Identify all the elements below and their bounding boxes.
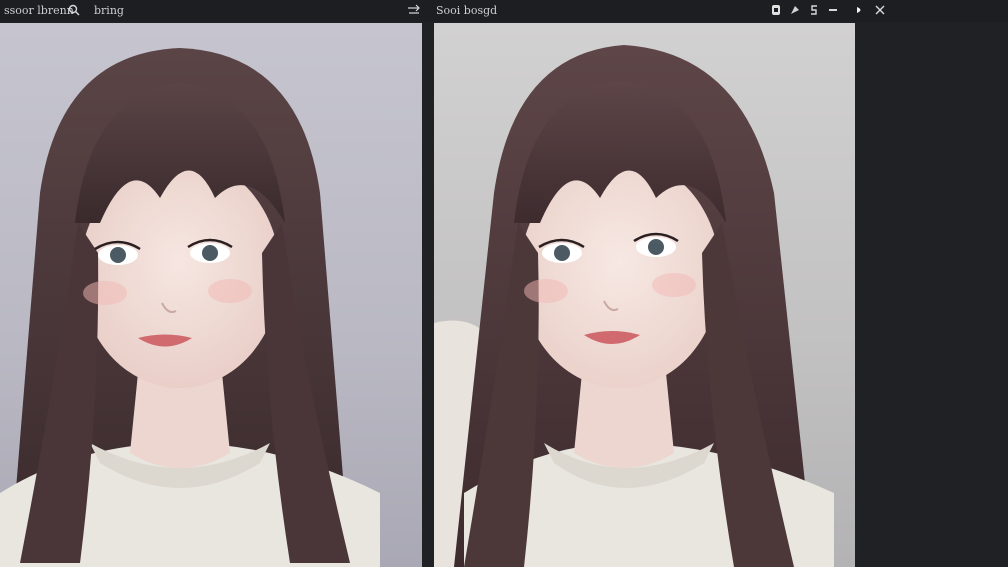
portrait-image (0, 48, 380, 567)
top-toolbar: ssoor lbrenn bring Sooi bosgd (0, 0, 1008, 22)
toolbar-label: ssoor lbrenn (4, 4, 74, 17)
toolbar-label-secondary[interactable]: bring (94, 4, 124, 17)
search-icon[interactable] (66, 2, 82, 18)
copy-icon[interactable] (768, 2, 784, 18)
close-icon[interactable] (872, 2, 888, 18)
dollar-icon[interactable] (806, 2, 822, 18)
portrait-image-processed (434, 45, 834, 567)
brush-icon[interactable] (787, 2, 803, 18)
toggle-icon[interactable] (852, 2, 868, 18)
minimize-icon[interactable] (825, 2, 841, 18)
original-image-panel[interactable] (0, 23, 422, 567)
right-sidebar (855, 23, 1008, 567)
export-arrow-icon[interactable] (406, 2, 422, 18)
panel-title: Sooi bosgd (436, 4, 498, 17)
split-divider[interactable] (422, 23, 434, 567)
processed-image-panel[interactable] (434, 23, 855, 567)
